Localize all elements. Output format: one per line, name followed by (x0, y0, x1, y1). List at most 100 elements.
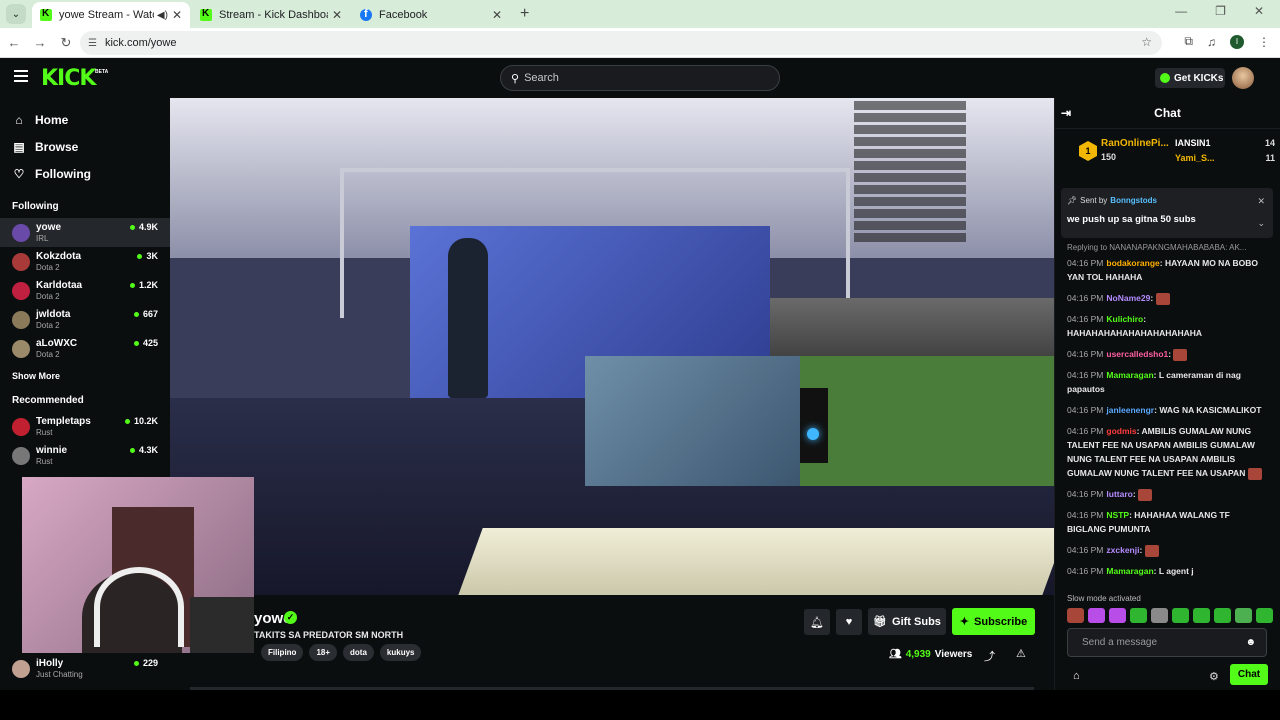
forward-icon[interactable]: → (28, 35, 52, 50)
browser-tab[interactable]: Stream - Kick Dashboard ✕ (192, 2, 350, 28)
browser-tab-active[interactable]: yowe Stream - Watch Live o ◀) ✕ (32, 2, 190, 28)
nav-browse[interactable]: ▤ Browse (0, 133, 170, 160)
close-tab-icon[interactable]: ✕ (332, 8, 342, 22)
search-input[interactable]: ⚲ Search (500, 65, 780, 91)
channel-name: winnie (36, 444, 68, 456)
channel-avatar (12, 223, 30, 242)
report-icon[interactable]: ⚠ (1016, 647, 1026, 660)
channel-item-jwldota[interactable]: jwldota Dota 2 667 (0, 305, 170, 334)
emote-button[interactable] (1109, 608, 1126, 623)
message-timestamp: 04:16 PM (1067, 566, 1104, 576)
tag-chip[interactable]: Filipino (261, 644, 304, 661)
share-icon[interactable]: ⤴ (984, 648, 995, 664)
get-kicks-button[interactable]: Get KICKs (1155, 68, 1225, 88)
emote-button[interactable] (1193, 608, 1210, 623)
emote-button[interactable] (1214, 608, 1231, 623)
gift-leaderboard[interactable]: 1 RanOnlinePi... 150 IANSIN1 14 Yami_S..… (1055, 128, 1280, 178)
chevron-down-icon[interactable]: ⌄ (1257, 218, 1265, 229)
message-username[interactable]: Mamaragan (1106, 370, 1153, 380)
new-tab-icon[interactable]: + (520, 5, 529, 23)
minimize-icon[interactable]: — (1175, 4, 1187, 18)
message-username[interactable]: godmis (1106, 426, 1136, 436)
emote-button[interactable] (1172, 608, 1189, 623)
tag-chip[interactable]: dota (343, 644, 374, 661)
video-player[interactable] (170, 98, 1054, 595)
message-username[interactable]: NoName29 (1106, 293, 1150, 303)
user-avatar[interactable] (1232, 67, 1254, 89)
chat-messages[interactable]: Replying to NANANAPAKNGMAHABABABA: AK...… (1055, 243, 1280, 596)
emote-button[interactable] (1256, 608, 1273, 623)
emote-button[interactable] (1067, 608, 1084, 623)
message-username[interactable]: janleenengr (1106, 405, 1154, 415)
emote-button[interactable] (1235, 608, 1252, 623)
url-field[interactable]: ☰ kick.com/yowe ☆ (80, 31, 1162, 55)
subscribe-button[interactable]: ✦ Subscribe (952, 608, 1035, 635)
channel-item-winnie[interactable]: winnie Rust 4.3K (0, 441, 170, 470)
video-pc-light (807, 428, 819, 440)
kick-logo[interactable]: KICK (41, 66, 96, 91)
gear-icon[interactable]: ⚙ (1209, 670, 1219, 683)
channel-name: Karldotaa (36, 279, 83, 291)
chat-message-input[interactable]: Send a message ☻ (1067, 628, 1267, 657)
back-icon[interactable]: ← (2, 35, 26, 50)
site-info-icon[interactable]: ☰ (88, 38, 97, 49)
chat-message: 04:16 PM Mamaragan: L cameraman di nag pa… (1067, 370, 1241, 394)
browser-menu-icon[interactable]: ⋮ (1258, 35, 1270, 49)
message-username[interactable]: luttaro (1106, 489, 1132, 499)
nav-label: Home (35, 112, 69, 127)
message-username[interactable]: bodakorange (1106, 258, 1159, 268)
channel-item-templetaps[interactable]: Templetaps Rust 10.2K (0, 412, 170, 441)
collapse-chat-icon[interactable]: ⇥ (1061, 106, 1071, 120)
message-username[interactable]: usercalledsho1 (1106, 349, 1168, 359)
unpin-icon[interactable]: ✕ (1257, 196, 1265, 207)
tag-chip[interactable]: 18+ (309, 644, 338, 661)
kick-favicon-icon (40, 8, 52, 21)
notification-bell-button[interactable]: 🔔︎ (804, 609, 830, 635)
gift-subs-button[interactable]: 🎁︎ Gift Subs (868, 608, 946, 635)
nav-home[interactable]: ⌂ Home (0, 106, 170, 133)
message-text: L agent j (1158, 566, 1194, 576)
follow-button[interactable]: ♥ (836, 609, 862, 635)
webcam-chair (190, 597, 254, 653)
channel-item-iholly[interactable]: iHolly Just Chatting 229 (0, 654, 170, 683)
pinned-sender[interactable]: Bonngstods (1110, 196, 1157, 205)
chat-title: Chat (1154, 106, 1181, 120)
webcam-headset (94, 567, 184, 647)
channel-name: yowe (36, 221, 62, 233)
show-more-link[interactable]: Show More (0, 371, 170, 381)
browser-tab[interactable]: Facebook ✕ (352, 2, 510, 28)
message-username[interactable]: NSTP (1106, 510, 1129, 520)
bookmark-star-icon[interactable]: ☆ (1141, 35, 1152, 49)
profile-avatar[interactable]: I (1230, 34, 1244, 49)
tab-search-button[interactable]: ⌄ (6, 4, 26, 24)
media-controls-icon[interactable]: ♫ (1207, 35, 1216, 49)
message-timestamp: 04:16 PM (1067, 426, 1104, 436)
close-window-icon[interactable]: ✕ (1254, 4, 1264, 18)
reload-icon[interactable]: ↻ (54, 35, 78, 51)
emote-button[interactable] (1151, 608, 1168, 623)
emote-button[interactable] (1088, 608, 1105, 623)
message-username[interactable]: Kulichiro (1106, 314, 1143, 324)
message-username[interactable]: zxckenji (1106, 545, 1139, 555)
channel-item-alowxc[interactable]: aLoWXC Dota 2 425 (0, 334, 170, 363)
send-chat-button[interactable]: Chat (1230, 664, 1268, 685)
channel-item-karldotaa[interactable]: Karldotaa Dota 2 1.2K (0, 276, 170, 305)
emoji-picker-icon[interactable]: ☻ (1245, 637, 1256, 648)
store-icon[interactable]: ⌂ (1073, 670, 1080, 682)
gift-subs-label: Gift Subs (892, 615, 941, 628)
restore-icon[interactable]: ❐ (1215, 4, 1226, 18)
close-tab-icon[interactable]: ✕ (492, 8, 502, 22)
tag-chip[interactable]: kukuys (379, 644, 422, 661)
channel-item-kokzdota[interactable]: Kokzdota Dota 2 3K (0, 247, 170, 276)
extensions-icon[interactable]: ⧉ (1184, 34, 1193, 49)
menu-icon[interactable] (14, 70, 28, 82)
close-tab-icon[interactable]: ✕ (172, 8, 182, 22)
nav-following[interactable]: ♡ Following (0, 160, 170, 187)
channel-name: Kokzdota (36, 250, 81, 262)
channel-item-yowe[interactable]: yowe IRL 4.9K (0, 218, 170, 247)
message-username[interactable]: Mamaragan (1106, 566, 1153, 576)
emote-button[interactable] (1130, 608, 1147, 623)
video-green-wall (800, 356, 1054, 486)
speaker-icon[interactable]: ◀) (157, 10, 168, 21)
pinned-text: we push up sa gitna 50 subs (1067, 214, 1196, 225)
